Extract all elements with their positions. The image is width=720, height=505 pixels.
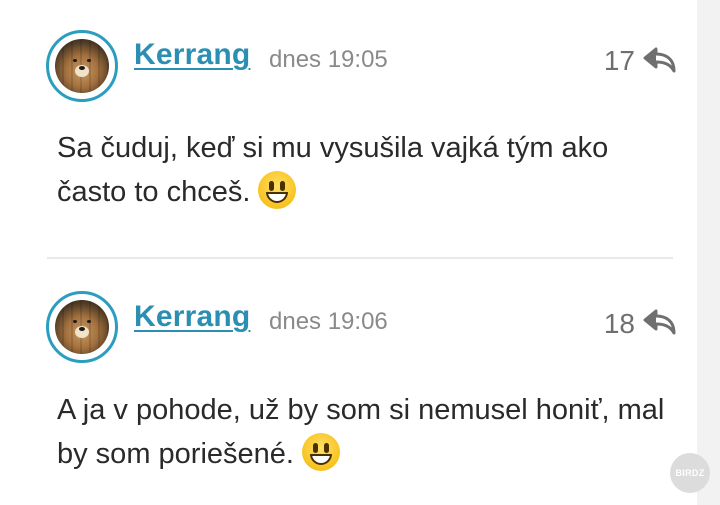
avatar[interactable] — [46, 30, 118, 102]
comment-text-content: A ja v pohode, už by som si nemusel honi… — [57, 394, 665, 470]
username-link[interactable]: Kerrang — [134, 38, 250, 72]
grinning-face-emoji-icon — [258, 171, 297, 209]
comment-item: Kerrang dnes 19:06 18 A ja v pohode, už … — [0, 260, 697, 505]
comment-timestamp: dnes 19:05 — [269, 46, 388, 73]
username-link[interactable]: Kerrang — [134, 300, 250, 334]
vote-count: 18 — [603, 308, 635, 339]
watermark-logo: BIRDZ — [670, 453, 710, 493]
vote-count: 17 — [603, 45, 635, 76]
avatar[interactable] — [46, 291, 118, 363]
grinning-face-emoji-icon — [301, 433, 340, 471]
comment-text: A ja v pohode, už by som si nemusel honi… — [57, 388, 667, 476]
comment-divider — [47, 257, 673, 259]
comment-text: Sa čuduj, keď si mu vysušila vajká tým a… — [57, 126, 667, 214]
comment-list: Kerrang dnes 19:05 17 Sa čuduj, keď si m… — [0, 0, 697, 505]
reply-icon[interactable] — [642, 308, 676, 336]
reply-icon[interactable] — [642, 46, 676, 74]
comment-text-content: Sa čuduj, keď si mu vysušila vajká tým a… — [57, 132, 609, 208]
comment-timestamp: dnes 19:06 — [269, 308, 388, 335]
avatar-image — [55, 300, 109, 354]
avatar-image — [55, 39, 109, 93]
comment-item: Kerrang dnes 19:05 17 Sa čuduj, keď si m… — [0, 0, 697, 258]
